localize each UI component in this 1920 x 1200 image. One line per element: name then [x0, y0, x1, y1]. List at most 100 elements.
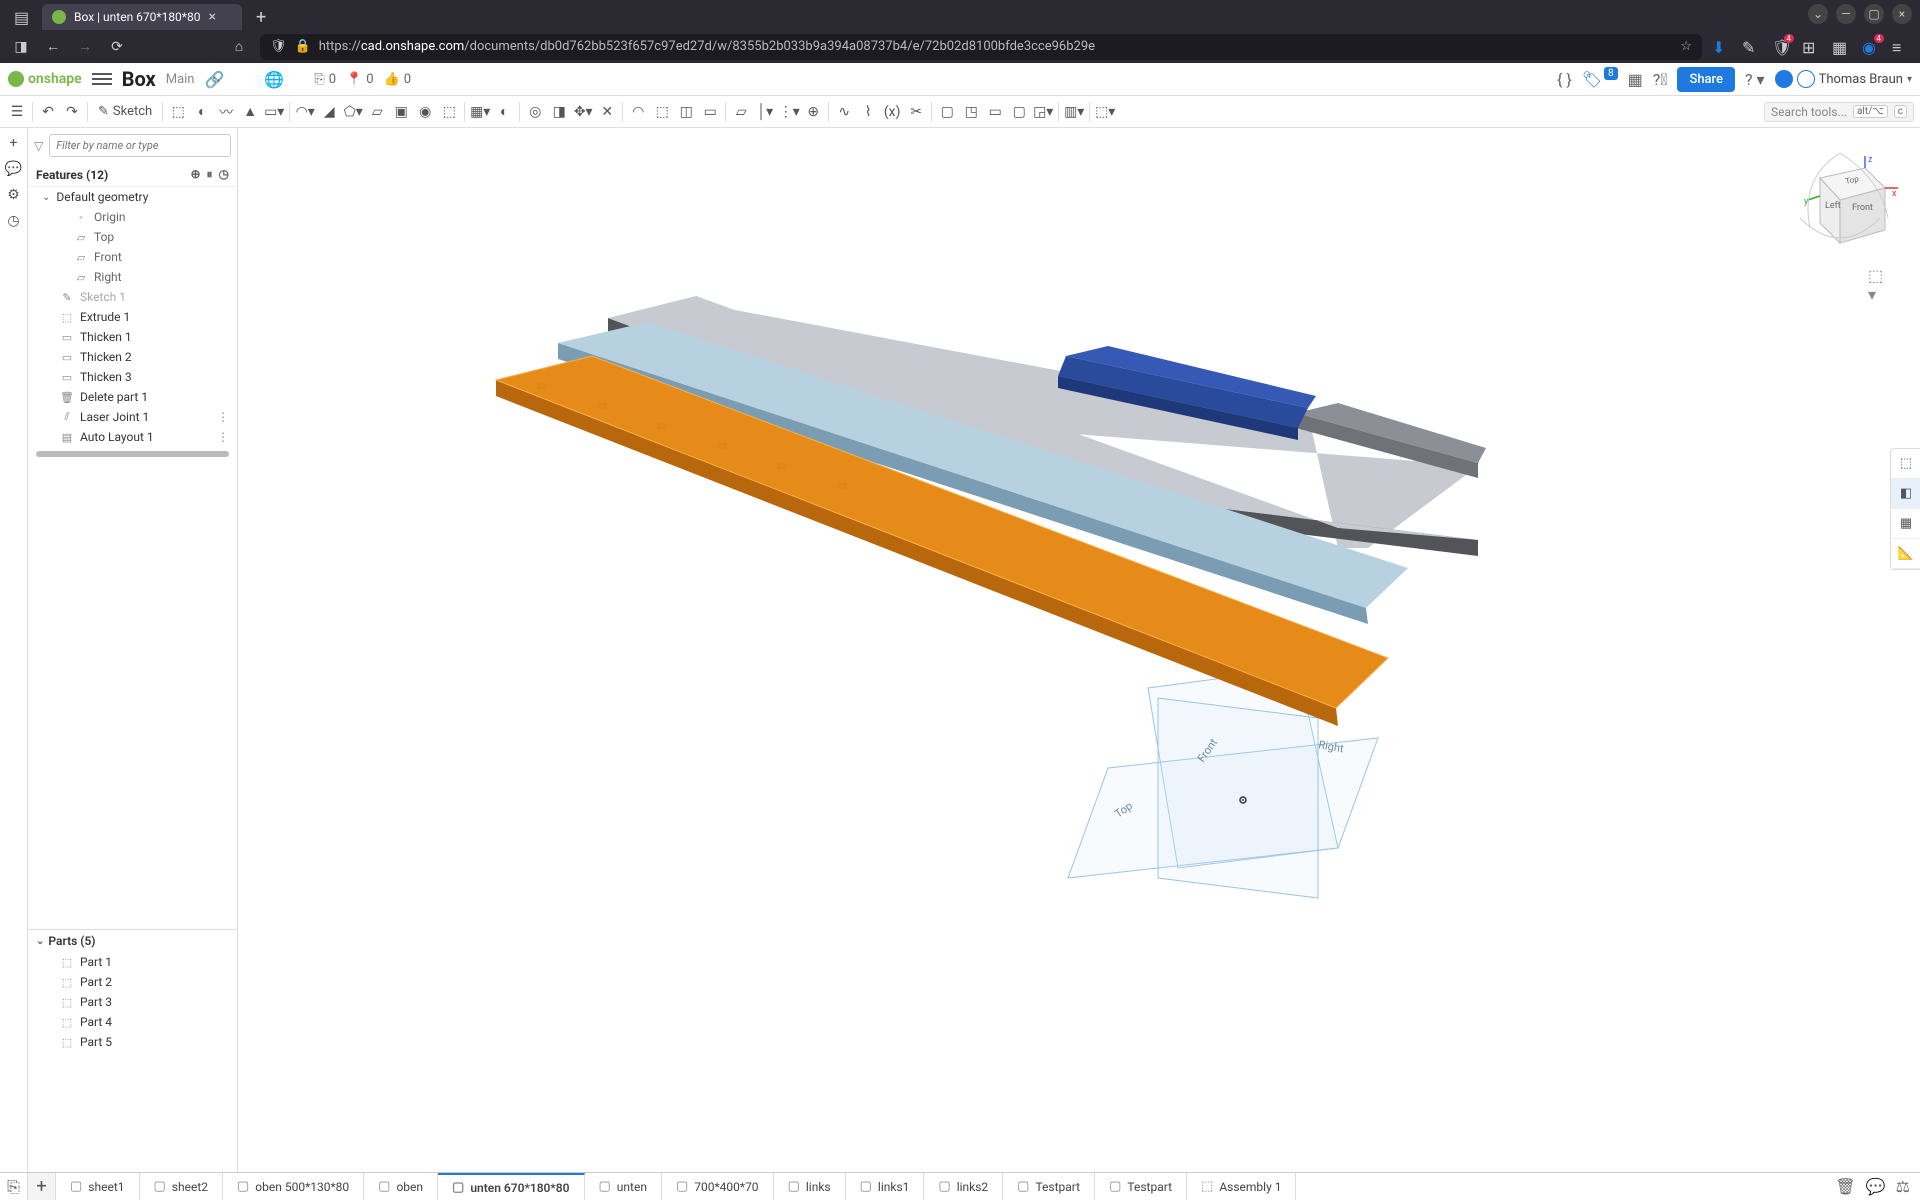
- bookmark-icon[interactable]: ☆: [1680, 39, 1692, 54]
- close-window-button[interactable]: ×: [1892, 4, 1912, 24]
- section-view-icon[interactable]: ▦: [1891, 509, 1920, 539]
- share-button[interactable]: Share: [1677, 67, 1735, 92]
- onshape-logo[interactable]: onshape: [8, 71, 82, 87]
- pattern-icon[interactable]: ⬚: [438, 101, 460, 123]
- tree-front-plane[interactable]: ▱Front: [28, 247, 237, 267]
- tab-icon[interactable]: ▭: [984, 101, 1006, 123]
- maximize-button[interactable]: ▢: [1864, 4, 1884, 24]
- ublock-icon[interactable]: 🛡4: [1772, 38, 1790, 56]
- add-icon[interactable]: ⊕: [190, 167, 200, 182]
- selection-filter-icon[interactable]: ⬚: [1891, 449, 1920, 479]
- branch-name[interactable]: Main: [166, 72, 195, 87]
- filter-icon[interactable]: ▽: [34, 139, 43, 153]
- url-bar[interactable]: 🛡 🔒 https://cad.onshape.com/documents/db…: [260, 34, 1702, 60]
- custom-features-icon[interactable]: { }: [1557, 70, 1572, 89]
- sweep-icon[interactable]: 〰: [215, 101, 237, 123]
- param-count[interactable]: 📍0: [346, 72, 374, 87]
- tree-toggle-icon[interactable]: ☰: [6, 101, 28, 123]
- like-count[interactable]: 👍0: [384, 72, 412, 87]
- globe-icon[interactable]: 🌐: [264, 70, 284, 89]
- view-cube-menu-icon[interactable]: ⬚ ▾: [1868, 266, 1888, 286]
- move-face-icon[interactable]: ◫: [675, 101, 697, 123]
- apps-icon[interactable]: ▦: [1832, 38, 1850, 56]
- chamfer-icon[interactable]: ◢: [318, 101, 340, 123]
- plane-icon[interactable]: ▱: [730, 101, 752, 123]
- tree-part2[interactable]: ⬚Part 2: [28, 972, 237, 992]
- tree-sketch1[interactable]: ✎Sketch 1: [28, 287, 237, 307]
- insert-count[interactable]: ⎘0: [314, 72, 336, 87]
- forward-button[interactable]: →: [74, 36, 96, 58]
- home-button[interactable]: ⌂: [228, 36, 250, 58]
- bottom-tab-0[interactable]: ▢sheet1: [56, 1173, 140, 1200]
- bottom-tab-8[interactable]: ▢links1: [846, 1173, 925, 1200]
- helix-icon[interactable]: ⌇: [857, 101, 879, 123]
- chat-icon[interactable]: 💬: [1866, 1177, 1886, 1196]
- thicken-icon[interactable]: ▭▾: [263, 101, 285, 123]
- tree-right-plane[interactable]: ▱Right: [28, 267, 237, 287]
- delete-face-icon[interactable]: ✕: [596, 101, 618, 123]
- frame-icon[interactable]: ▥▾: [1063, 101, 1085, 123]
- add-feature-icon[interactable]: +: [3, 132, 25, 154]
- bend-icon[interactable]: ▢: [1008, 101, 1030, 123]
- tree-laser1[interactable]: ⫽Laser Joint 1⋮: [28, 407, 237, 427]
- sidebar-toggle-icon[interactable]: ◨: [10, 36, 32, 58]
- section-icon[interactable]: ✂: [905, 101, 927, 123]
- tree-part1[interactable]: ⬚Part 1: [28, 952, 237, 972]
- corner-icon[interactable]: ◲▾: [1032, 101, 1054, 123]
- 3d-viewport[interactable]: Front Right Top: [238, 128, 1920, 1172]
- tab-close-icon[interactable]: ×: [208, 9, 215, 25]
- mate-connector-icon[interactable]: ⊕: [802, 101, 824, 123]
- custom-feature-icon[interactable]: ⬚▾: [1094, 101, 1116, 123]
- tree-part3[interactable]: ⬚Part 3: [28, 992, 237, 1012]
- bottom-tab-3[interactable]: ▢oben: [364, 1173, 438, 1200]
- bottom-tab-11[interactable]: ▢Testpart: [1095, 1173, 1187, 1200]
- clock-icon[interactable]: ◷: [3, 210, 25, 232]
- bottom-tab-5[interactable]: ▢unten: [585, 1173, 662, 1200]
- boolean-icon[interactable]: ◎: [524, 101, 546, 123]
- comment-icon[interactable]: 💬: [3, 158, 25, 180]
- tree-delete1[interactable]: 🗑Delete part 1: [28, 387, 237, 407]
- point-icon[interactable]: ⋮▾: [778, 101, 800, 123]
- bottom-tab-4[interactable]: ▢unten 670*180*80: [438, 1173, 584, 1200]
- help-dropdown-icon[interactable]: ? ▾: [1745, 70, 1765, 89]
- trash-icon[interactable]: 🗑: [1835, 1177, 1855, 1196]
- download-icon[interactable]: ⬇: [1712, 38, 1730, 56]
- menu-button[interactable]: [92, 73, 112, 85]
- tool-search[interactable]: Search tools... alt/⌥ c: [1764, 102, 1914, 122]
- feature-filter-input[interactable]: [49, 134, 231, 157]
- help-icon[interactable]: ?⃝: [1653, 70, 1668, 89]
- menu-icon[interactable]: ≡: [1892, 38, 1910, 56]
- tree-extrude1[interactable]: ⬚Extrude 1: [28, 307, 237, 327]
- rollback-icon[interactable]: ◷: [219, 167, 229, 182]
- fillet-icon[interactable]: ◠▾: [294, 101, 316, 123]
- sketch-button[interactable]: ✎Sketch: [92, 102, 158, 121]
- reload-button[interactable]: ⟳: [106, 36, 128, 58]
- new-tab-button[interactable]: +: [246, 7, 276, 28]
- gear-icon[interactable]: ⚙: [3, 184, 25, 206]
- minimize-button[interactable]: —: [1836, 4, 1856, 24]
- tree-thicken1[interactable]: ▭Thicken 1: [28, 327, 237, 347]
- axis-icon[interactable]: │▾: [754, 101, 776, 123]
- curve-icon[interactable]: ∿: [833, 101, 855, 123]
- view-cube[interactable]: Left Front Top x y z ⬚ ▾: [1780, 148, 1900, 268]
- extension-icon[interactable]: ✎: [1742, 38, 1760, 56]
- tree-auto1[interactable]: ▤Auto Layout 1⋮: [28, 427, 237, 447]
- flange-icon[interactable]: ◳: [960, 101, 982, 123]
- extrude-icon[interactable]: ⬚: [167, 101, 189, 123]
- bottom-tab-1[interactable]: ▢sheet2: [140, 1173, 224, 1200]
- render-mode-icon[interactable]: ◧: [1891, 479, 1920, 509]
- variable-icon[interactable]: (x): [881, 101, 903, 123]
- bottom-tab-12[interactable]: ⬚Assembly 1: [1187, 1173, 1296, 1200]
- add-tab-button[interactable]: +: [28, 1173, 56, 1200]
- replace-face-icon[interactable]: ▭: [699, 101, 721, 123]
- tree-top-plane[interactable]: ▱Top: [28, 227, 237, 247]
- tree-thicken3[interactable]: ▭Thicken 3: [28, 367, 237, 387]
- modify-fillet-icon[interactable]: ◠: [627, 101, 649, 123]
- bottom-tab-10[interactable]: ▢Testpart: [1003, 1173, 1095, 1200]
- account-icon[interactable]: ◉4: [1862, 38, 1880, 56]
- delete-part-icon[interactable]: ⬚: [651, 101, 673, 123]
- pause-icon[interactable]: ⏸: [207, 167, 213, 182]
- puzzle-icon[interactable]: ⊞: [1802, 38, 1820, 56]
- transform-icon[interactable]: ✥▾: [572, 101, 594, 123]
- loft-icon[interactable]: ▲: [239, 101, 261, 123]
